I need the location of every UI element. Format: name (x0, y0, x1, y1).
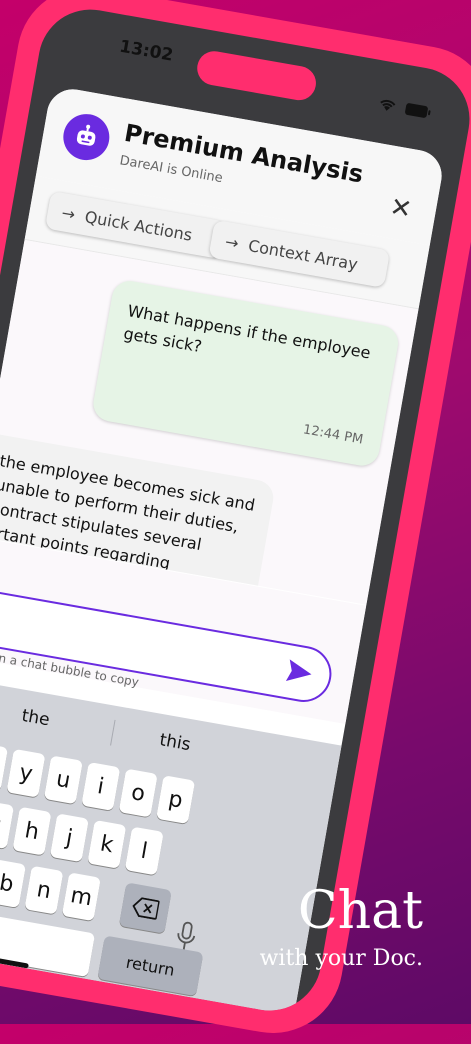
key-k[interactable]: k (87, 819, 127, 869)
status-time: 13:02 (117, 36, 175, 66)
battery-icon (405, 102, 431, 118)
send-icon (285, 659, 312, 681)
key-m[interactable]: m (61, 872, 101, 922)
robot-icon (76, 124, 96, 146)
phone-screen: 13:02 Premium Analysis DareAI is Online … (0, 1, 471, 1019)
key-j[interactable]: j (49, 813, 89, 863)
key-p[interactable]: p (156, 775, 196, 825)
chat-sheet: Premium Analysis DareAI is Online ✕ → Qu… (0, 85, 446, 1019)
tagline-sub: with your Doc. (259, 946, 423, 971)
message-timestamp: 12:44 PM (301, 422, 365, 448)
key-g[interactable]: g (0, 800, 15, 850)
microphone-icon (177, 921, 196, 950)
status-icons (376, 96, 432, 119)
chip-label: Quick Actions (83, 206, 194, 245)
backspace-icon (132, 897, 160, 920)
page-title: Premium Analysis (122, 118, 366, 189)
suggestion-divider (110, 719, 116, 746)
key-b[interactable]: b (0, 859, 27, 908)
backspace-key[interactable] (118, 882, 172, 934)
bot-avatar (59, 110, 113, 164)
dynamic-island (194, 48, 319, 103)
wifi-icon (380, 99, 396, 111)
key-y[interactable]: y (6, 748, 46, 798)
arrow-right-icon: → (60, 202, 77, 224)
send-button[interactable] (283, 657, 316, 691)
promo-tagline: Chat with your Doc. (260, 882, 423, 971)
key-h[interactable]: h (12, 806, 52, 856)
key-l[interactable]: l (124, 826, 164, 876)
suggestion-the[interactable]: the (20, 706, 51, 731)
suggestion-this[interactable]: this (158, 730, 192, 755)
key-n[interactable]: n (24, 865, 64, 915)
chip-label: Context Array (246, 235, 360, 274)
user-message-text: What happens if the employee gets sick? (122, 301, 373, 363)
message-input[interactable] (0, 582, 336, 707)
close-icon[interactable]: ✕ (387, 192, 414, 225)
arrow-right-icon: → (223, 231, 241, 253)
user-message-bubble[interactable]: What happens if the employee gets sick? … (90, 278, 401, 469)
key-u[interactable]: u (43, 755, 83, 805)
tagline-main: Chat (297, 881, 423, 941)
key-i[interactable]: i (81, 762, 121, 811)
key-o[interactable]: o (118, 768, 158, 818)
